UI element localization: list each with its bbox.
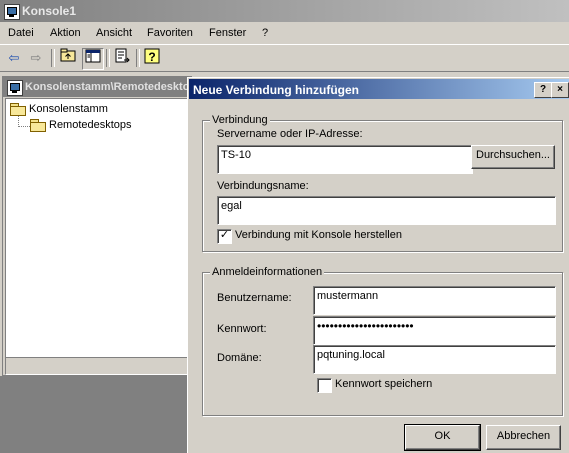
console-tree: Konsolenstamm Remotedesktops [5, 98, 192, 358]
back-icon[interactable]: ⇦ [4, 48, 24, 68]
ok-button[interactable]: OK [404, 424, 481, 451]
menu-fenster[interactable]: Fenster [209, 27, 246, 39]
add-connection-dialog: Neue Verbindung hinzufügen ? × Verbindun… [187, 77, 569, 453]
connection-name-label: Verbindungsname: [217, 180, 309, 192]
server-label: Servername oder IP-Adresse: [217, 128, 363, 140]
save-password-label: Kennwort speichern [335, 378, 433, 390]
login-group: Anmeldeinformationen Benutzername: muste… [202, 266, 563, 416]
server-input[interactable]: TS-10 [217, 145, 473, 174]
menu-ansicht[interactable]: Ansicht [96, 27, 132, 39]
connection-name-input[interactable]: egal [217, 196, 556, 225]
forward-icon[interactable]: ⇨ [26, 48, 46, 68]
export-list-icon[interactable] [112, 48, 132, 68]
folder-icon [10, 103, 26, 117]
tree-node-label: Remotedesktops [49, 119, 132, 131]
console-window-icon [7, 80, 23, 96]
tree-node-root[interactable]: Konsolenstamm [10, 103, 108, 117]
help-button[interactable]: ? [534, 82, 552, 98]
child-window-title: Konsolenstamm\Remotedesktops [25, 81, 191, 93]
svg-text:?: ? [148, 50, 155, 64]
dialog-title: Neue Verbindung hinzufügen [193, 83, 359, 97]
console-checkbox[interactable]: ✓ [217, 229, 232, 244]
open-folder-icon [30, 119, 46, 133]
help-icon[interactable]: ? [142, 48, 162, 68]
username-input[interactable]: mustermann [313, 286, 556, 315]
dialog-title-bar[interactable]: Neue Verbindung hinzufügen ? × [189, 79, 569, 99]
window-title: Konsole1 [22, 4, 77, 18]
login-group-label: Anmeldeinformationen [210, 266, 325, 278]
tree-connector [18, 116, 30, 127]
password-label: Kennwort: [217, 323, 267, 335]
mdi-background [0, 376, 190, 453]
main-title-bar[interactable]: Konsole1 [0, 0, 569, 22]
menu-datei[interactable]: Datei [8, 27, 34, 39]
menu-favoriten[interactable]: Favoriten [147, 27, 193, 39]
cancel-button[interactable]: Abbrechen [486, 425, 561, 450]
toolbar: ⇦ ⇨ ? [0, 44, 569, 72]
menu-aktion[interactable]: Aktion [50, 27, 81, 39]
status-bar [5, 357, 192, 375]
toolbar-separator [136, 49, 140, 67]
domain-label: Domäne: [217, 352, 262, 364]
browse-button[interactable]: Durchsuchen... [471, 145, 555, 169]
save-password-checkbox[interactable] [317, 378, 332, 393]
domain-input[interactable]: pqtuning.local [313, 345, 556, 374]
menu-bar: Datei Aktion Ansicht Favoriten Fenster ? [0, 22, 569, 44]
username-label: Benutzername: [217, 292, 292, 304]
tree-node-remotedesktops[interactable]: Remotedesktops [30, 119, 132, 133]
close-button[interactable]: × [551, 82, 569, 98]
console-child-window: Konsolenstamm\Remotedesktops Konsolensta… [2, 76, 192, 376]
connection-group-label: Verbindung [210, 114, 270, 126]
toolbar-separator [106, 49, 110, 67]
tree-node-label: Konsolenstamm [29, 103, 108, 115]
console-checkbox-label: Verbindung mit Konsole herstellen [235, 229, 402, 241]
toolbar-separator [51, 49, 55, 67]
child-window-title-bar[interactable]: Konsolenstamm\Remotedesktops [3, 77, 191, 97]
up-folder-icon[interactable] [58, 48, 78, 68]
menu-help[interactable]: ? [262, 27, 268, 39]
connection-group: Verbindung Servername oder IP-Adresse: T… [202, 114, 563, 252]
mmc-app-icon [4, 4, 20, 20]
show-hide-tree-icon[interactable] [82, 48, 104, 70]
password-input[interactable]: ••••••••••••••••••••••• [313, 316, 556, 345]
